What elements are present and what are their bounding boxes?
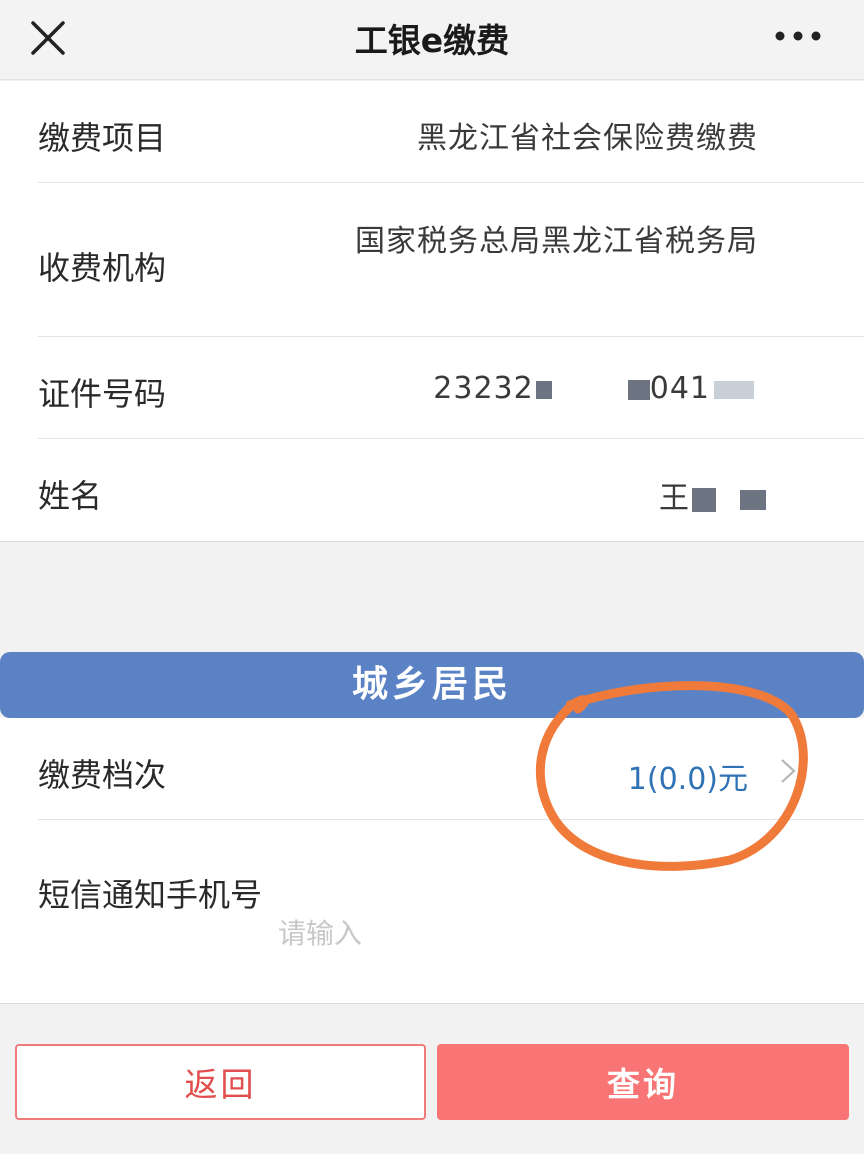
id-number-suffix: 041 <box>649 371 710 406</box>
id-number-value: 23232 041 <box>433 371 754 406</box>
page-title: 工银e缴费 <box>354 21 510 60</box>
agency-value: 国家税务总局黑龙江省税务局 <box>355 224 758 259</box>
sms-phone-input[interactable] <box>278 908 698 958</box>
more-icon[interactable] <box>774 30 822 42</box>
row-agency: 收费机构 国家税务总局黑龙江省税务局 <box>38 183 864 337</box>
redaction-mask <box>692 487 716 512</box>
payment-info-card: 缴费项目 黑龙江省社会保险费缴费 收费机构 国家税务总局黑龙江省税务局 证件号码… <box>0 81 864 542</box>
payment-options-card: 缴费档次 1(0.0)元 短信通知手机号 <box>0 718 864 1004</box>
name-label: 姓名 <box>38 477 103 515</box>
redaction-mask <box>714 380 754 399</box>
query-button[interactable]: 查询 <box>437 1044 849 1120</box>
row-id-number: 证件号码 23232 041 <box>38 337 864 439</box>
payment-tier-selector[interactable]: 缴费档次 1(0.0)元 <box>38 718 864 820</box>
redaction-mask <box>535 380 552 399</box>
redaction-mask <box>627 379 650 400</box>
row-name: 姓名 王 <box>38 439 864 542</box>
sms-phone-label: 短信通知手机号 <box>38 876 263 914</box>
payment-page: 工银e缴费 缴费项目 黑龙江省社会保险费缴费 收费机构 国家税务总局黑龙江省税务… <box>0 0 864 1154</box>
id-number-label: 证件号码 <box>38 375 167 413</box>
name-value: 王 <box>659 473 766 517</box>
back-button[interactable]: 返回 <box>15 1044 426 1120</box>
payment-item-value: 黑龙江省社会保险费缴费 <box>417 121 758 156</box>
payment-tier-label: 缴费档次 <box>38 756 167 794</box>
name-prefix: 王 <box>659 481 690 516</box>
payment-item-label: 缴费项目 <box>38 119 167 157</box>
redaction-mask <box>740 489 766 510</box>
nav-header: 工银e缴费 <box>0 0 864 80</box>
category-banner: 城乡居民 <box>0 652 864 718</box>
row-payment-item: 缴费项目 黑龙江省社会保险费缴费 <box>38 81 864 183</box>
id-number-prefix: 23232 <box>433 371 534 406</box>
payment-tier-value: 1(0.0)元 <box>627 762 748 797</box>
chevron-right-icon <box>781 759 796 783</box>
agency-label: 收费机构 <box>38 249 167 287</box>
sms-phone-row: 短信通知手机号 <box>38 846 864 996</box>
